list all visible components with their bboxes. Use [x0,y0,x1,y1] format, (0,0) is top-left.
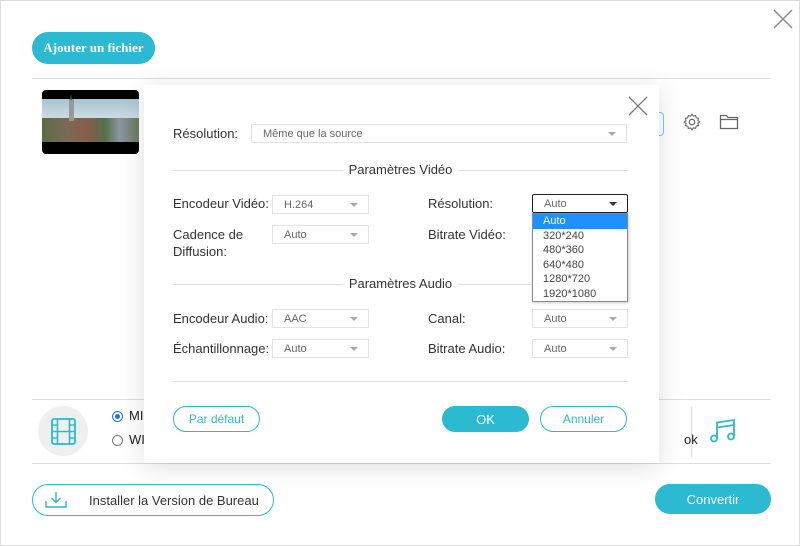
video-encoder-select[interactable]: H.264 [272,195,369,214]
converter-window: Ajouter un fichier MI WI Installer la Ve… [0,0,800,546]
divider [173,381,628,382]
audio-encoder-select[interactable]: AAC [272,309,369,328]
audio-encoder-label: Encodeur Audio: [173,311,269,326]
reset-default-button[interactable]: Par défaut [173,406,260,432]
sample-rate-select[interactable]: Auto [272,339,369,358]
video-encoder-label: Encodeur Vidéo: [173,196,269,211]
convert-button[interactable]: Convertir [655,484,771,514]
dropdown-option[interactable]: 640*480 [533,258,627,273]
install-desktop-label: Installer la Version de Bureau [89,493,259,508]
chevron-down-icon [350,347,358,351]
audio-section-title: Paramètres Audio [342,276,459,291]
settings-gear-icon[interactable] [682,112,702,132]
dropdown-option[interactable]: 1920*1080 [533,287,627,302]
install-desktop-button[interactable]: Installer la Version de Bureau [32,484,274,516]
chevron-down-icon [350,317,358,321]
divider [32,463,771,464]
audio-bitrate-value: Auto [544,343,567,355]
video-thumbnail[interactable] [42,90,139,154]
close-icon[interactable] [627,95,649,117]
chevron-down-icon [350,203,358,207]
close-icon[interactable] [771,7,795,31]
dropdown-option[interactable]: 480*360 [533,243,627,258]
dropdown-option[interactable]: Auto [533,214,627,229]
channel-label: Canal: [428,311,466,326]
video-resolution-select[interactable]: Auto [532,194,628,213]
cancel-button[interactable]: Annuler [540,406,627,432]
music-note-icon[interactable] [709,418,737,444]
channel-value: Auto [544,313,567,325]
video-resolution-label: Résolution: [428,196,494,211]
chevron-down-icon [350,233,358,237]
audio-encoder-value: AAC [284,313,307,325]
format-label-wmv: WI [129,432,145,447]
video-section-header: Paramètres Vidéo [173,162,628,179]
resolution-dropdown-list: Auto 320*240 480*360 640*480 1280*720 19… [532,213,628,302]
chevron-down-icon [609,202,617,206]
framerate-value: Auto [284,229,307,241]
framerate-label-line2: Diffusion: [173,244,227,259]
format-label-mp4: MI [129,408,144,423]
chevron-down-icon [609,317,617,321]
sample-rate-label: Échantillonnage: [173,341,270,356]
format-radio-mp4[interactable] [112,411,123,422]
framerate-label-line1: Cadence de [173,227,244,242]
dropdown-option[interactable]: 320*240 [533,229,627,244]
framerate-label: Cadence de Diffusion: [173,226,243,260]
download-icon [45,492,67,508]
top-resolution-value: Même que la source [263,128,363,140]
video-bitrate-label: Bitrate Vidéo: [428,227,506,242]
video-encoder-value: H.264 [284,199,314,211]
dropdown-option[interactable]: 1280*720 [533,272,627,287]
divider [691,407,692,457]
sample-rate-value: Auto [284,343,307,355]
channel-select[interactable]: Auto [532,309,628,328]
video-format-tab[interactable] [38,406,88,456]
audio-bitrate-label: Bitrate Audio: [428,341,506,356]
add-file-button[interactable]: Ajouter un fichier [32,32,155,64]
audio-bitrate-select[interactable]: Auto [532,339,628,358]
settings-dialog: Résolution: Même que la source Paramètre… [144,85,659,463]
format-radio-wmv[interactable] [112,435,123,446]
ok-button[interactable]: OK [442,406,529,432]
video-section-title: Paramètres Vidéo [342,162,459,177]
top-resolution-select[interactable]: Même que la source [251,124,627,143]
folder-icon[interactable] [719,113,739,131]
film-icon [51,418,76,445]
video-resolution-value: Auto [544,198,567,210]
chevron-down-icon [608,132,616,136]
framerate-select[interactable]: Auto [272,225,369,244]
chevron-down-icon [609,347,617,351]
top-resolution-label: Résolution: [173,126,239,141]
